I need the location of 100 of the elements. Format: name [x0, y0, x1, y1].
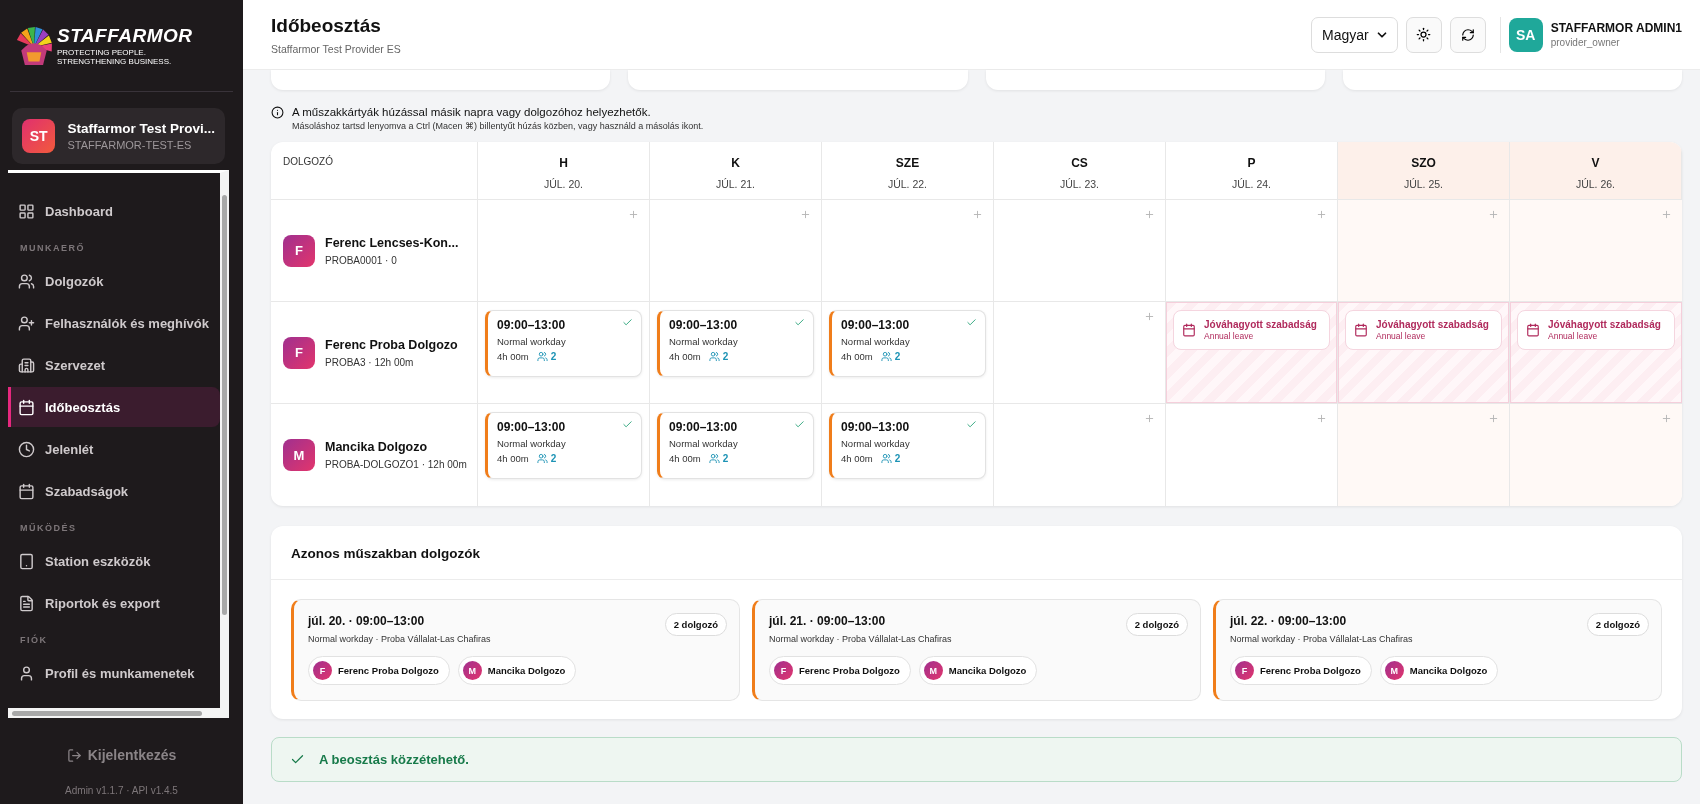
worker-avatar: F: [774, 661, 793, 680]
weekday-label: P: [1247, 156, 1256, 170]
shift-time: 09:00–13:00: [669, 318, 738, 332]
shift-time: 09:00–13:00: [841, 420, 910, 434]
employee-code: PROBA-DOLGOZO1 · 12h 00m: [325, 459, 467, 470]
coworker-count: 2: [880, 453, 901, 464]
leave-title: Jóváhagyott szabadság: [1376, 319, 1489, 330]
shift-type: Normal workday: [841, 336, 911, 347]
shift-type: Normal workday: [669, 438, 739, 449]
shift-card[interactable]: 09:00–13:00 Normal workday 4h 00m 2: [657, 412, 814, 479]
weekday-label: SZE: [895, 156, 920, 170]
worker-count: 2 dolgozó: [1586, 613, 1649, 636]
shift-duration: 4h 00m: [841, 453, 873, 464]
nav-section-label: MUNKAERŐ: [19, 242, 86, 255]
shift-type: Normal workday: [497, 336, 567, 347]
nav-section-label: FIÓK: [19, 633, 49, 647]
nav-item[interactable]: Felhasználók és meghívók: [8, 303, 220, 343]
employee-name: Ferenc Lencses-Kon...: [325, 235, 459, 250]
worker-avatar: F: [1235, 661, 1254, 680]
nav-item[interactable]: Profil és munkamenetek: [8, 653, 220, 693]
nav-item[interactable]: Jelenlét: [8, 429, 220, 469]
shift-duration: 4h 00m: [497, 351, 529, 362]
shift-time: 09:00–13:00: [497, 420, 566, 434]
nav-item[interactable]: Szabadságok: [8, 471, 220, 511]
leave-type: Annual leave: [1204, 331, 1255, 341]
leave-title: Jóváhagyott szabadság: [1548, 319, 1661, 330]
shift-group-detail: Normal workday · Proba Vállalat-Las Chafiras: [769, 634, 953, 644]
logout-link[interactable]: Kijelentkezés: [66, 747, 177, 763]
nav-item[interactable]: Időbeosztás: [8, 387, 220, 427]
nav-item[interactable]: Riportok és export: [8, 583, 220, 623]
page-subtitle: Staffarmor Test Provider ES: [271, 42, 402, 55]
shift-card[interactable]: 09:00–13:00 Normal workday 4h 00m 2: [485, 412, 642, 479]
coworker-count: 2: [708, 351, 729, 362]
nav-section-label: MŰKÖDÉS: [19, 522, 78, 535]
shift-group-title: júl. 20. · 09:00–13:00: [308, 614, 425, 628]
nav-item[interactable]: Dashboard: [8, 191, 220, 231]
coworker-count: 2: [708, 453, 729, 464]
employee-avatar: F: [283, 336, 315, 369]
worker-chip[interactable]: M Mancika Dolgozo: [1379, 656, 1499, 685]
shift-duration: 4h 00m: [497, 453, 529, 464]
user-role: provider_owner: [1550, 37, 1621, 48]
worker-chip[interactable]: F Ferenc Proba Dolgozo: [308, 656, 450, 685]
shift-group-detail: Normal workday · Proba Vállalat-Las Chafiras: [1230, 634, 1414, 644]
user-name: STAFFARMOR ADMIN1: [1550, 21, 1682, 35]
employee-avatar: M: [283, 439, 315, 471]
organization-name: Staffarmor Test Provi...: [67, 121, 215, 136]
worker-avatar: M: [1384, 661, 1404, 680]
worker-chip[interactable]: M Mancika Dolgozo: [457, 656, 577, 685]
shift-type: Normal workday: [669, 336, 739, 347]
date-label: JÚL. 21.: [715, 178, 756, 190]
date-label: JÚL. 22.: [887, 178, 928, 190]
nav-item[interactable]: Station eszközök: [8, 541, 220, 581]
page-title: Időbeosztás: [271, 14, 382, 37]
worker-chip[interactable]: F Ferenc Proba Dolgozo: [1230, 656, 1372, 685]
shift-group-detail: Normal workday · Proba Vállalat-Las Chafiras: [308, 634, 492, 644]
worker-avatar: M: [923, 661, 943, 680]
employee-code: PROBA3 · 12h 00m: [325, 356, 415, 368]
nav-item[interactable]: Szervezet: [8, 345, 220, 385]
hint-text: Másoláshoz tartsd lenyomva a Ctrl (Macen ⌘) billentyűt húzás közben, vagy használd a másolás ikont.: [292, 121, 704, 131]
shift-type: Normal workday: [497, 438, 567, 449]
date-label: JÚL. 25.: [1403, 178, 1444, 190]
shift-time: 09:00–13:00: [497, 318, 566, 332]
shift-card[interactable]: 09:00–13:00 Normal workday 4h 00m 2: [657, 310, 814, 377]
weekday-label: K: [731, 156, 740, 170]
weekday-label: H: [559, 156, 568, 170]
worker-avatar: F: [313, 661, 332, 680]
employee-avatar: F: [283, 234, 315, 267]
shift-duration: 4h 00m: [841, 351, 873, 362]
worker-chip[interactable]: F Ferenc Proba Dolgozo: [769, 656, 911, 685]
worker-count: 2 dolgozó: [664, 613, 727, 636]
employee-name: Ferenc Proba Dolgozo: [325, 337, 458, 352]
employee-code: PROBA0001 · 0: [325, 254, 398, 266]
organization-card[interactable]: ST Staffarmor Test Provi... STAFFARMOR-TEST-ES: [12, 108, 225, 164]
leave-title: Jóváhagyott szabadság: [1204, 319, 1317, 330]
organization-avatar: ST: [22, 119, 56, 153]
version-text: Admin v1.1.7 · API v1.4.5: [65, 785, 178, 796]
info-text: A műszakkártyák húzással másik napra vagy dolgozóhoz helyezhetők.: [292, 106, 652, 118]
date-label: JÚL. 26.: [1575, 178, 1616, 190]
leave-type: Annual leave: [1376, 331, 1427, 341]
coworker-count: 2: [536, 351, 557, 362]
shift-type: Normal workday: [841, 438, 911, 449]
worker-chip[interactable]: M Mancika Dolgozo: [918, 656, 1038, 685]
date-label: JÚL. 20.: [543, 178, 584, 190]
shift-group-title: júl. 21. · 09:00–13:00: [769, 614, 886, 628]
coworker-count: 2: [880, 351, 901, 362]
logo-tagline: PROTECTING PEOPLE. STRENGTHENING BUSINESS.: [57, 47, 173, 67]
shift-card[interactable]: 09:00–13:00 Normal workday 4h 00m 2: [485, 310, 642, 377]
nav-item[interactable]: Dolgozók: [8, 261, 220, 301]
organization-code: STAFFARMOR-TEST-ES: [67, 139, 193, 151]
date-label: JÚL. 23.: [1059, 178, 1100, 190]
leave-type: Annual leave: [1548, 331, 1599, 341]
employee-name: Mancika Dolgozo: [325, 440, 429, 454]
shift-card[interactable]: 09:00–13:00 Normal workday 4h 00m 2: [829, 412, 986, 479]
shift-duration: 4h 00m: [669, 453, 701, 464]
shift-time: 09:00–13:00: [841, 318, 910, 332]
worker-avatar: M: [462, 661, 482, 680]
worker-count: 2 dolgozó: [1125, 613, 1188, 636]
shift-card[interactable]: 09:00–13:00 Normal workday 4h 00m 2: [829, 310, 986, 377]
panel-title: Azonos műszakban dolgozók: [271, 526, 1682, 580]
language-select[interactable]: Magyar: [1311, 16, 1398, 53]
